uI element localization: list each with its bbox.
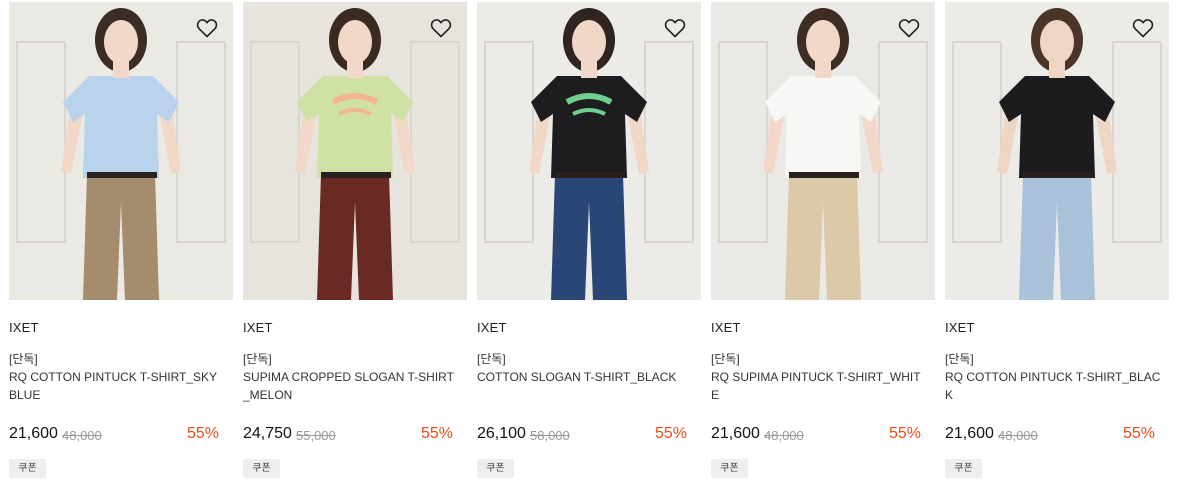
brand-name[interactable]: IXET [9, 320, 39, 335]
discount-rate: 55% [186, 425, 219, 442]
sale-price: 24,750 [243, 425, 292, 442]
model-belt [1023, 172, 1093, 178]
product-name[interactable]: COTTON SLOGAN T-SHIRT_BLACK [477, 368, 693, 386]
product-name[interactable]: RQ COTTON PINTUCK T-SHIRT_SKY BLUE [9, 368, 225, 404]
coupon-badge: 쿠폰 [477, 459, 514, 478]
product-image[interactable] [945, 2, 1169, 300]
heart-icon[interactable] [663, 16, 687, 40]
sale-price: 21,600 [9, 425, 58, 442]
product-grid: IXET [단독] RQ COTTON PINTUCK T-SHIRT_SKY … [9, 2, 1169, 490]
brand-name[interactable]: IXET [945, 320, 975, 335]
exclusive-tag: [단독] [243, 352, 272, 366]
model-belt [87, 172, 157, 178]
product-card[interactable]: IXET [단독] RQ SUPIMA PINTUCK T-SHIRT_WHIT… [711, 2, 935, 490]
original-price: 48,000 [62, 428, 102, 443]
exclusive-tag: [단독] [477, 352, 506, 366]
exclusive-tag: [단독] [9, 352, 38, 366]
product-card[interactable]: IXET [단독] COTTON SLOGAN T-SHIRT_BLACK 26… [477, 2, 701, 490]
model-belt [321, 172, 391, 178]
exclusive-tag: [단독] [711, 352, 740, 366]
product-image[interactable] [9, 2, 233, 300]
product-image[interactable] [711, 2, 935, 300]
heart-icon[interactable] [897, 16, 921, 40]
original-price: 58,000 [530, 428, 570, 443]
discount-rate: 55% [888, 425, 921, 442]
coupon-badge: 쿠폰 [243, 459, 280, 478]
heart-icon[interactable] [195, 16, 219, 40]
heart-icon[interactable] [1131, 16, 1155, 40]
product-image[interactable] [477, 2, 701, 300]
brand-name[interactable]: IXET [711, 320, 741, 335]
coupon-badge: 쿠폰 [9, 459, 46, 478]
product-name[interactable]: RQ SUPIMA PINTUCK T-SHIRT_WHITE [711, 368, 927, 404]
product-image[interactable] [243, 2, 467, 300]
original-price: 55,000 [296, 428, 336, 443]
sale-price: 21,600 [945, 425, 994, 442]
model-face [104, 20, 138, 64]
product-card[interactable]: IXET [단독] RQ COTTON PINTUCK T-SHIRT_SKY … [9, 2, 233, 490]
exclusive-tag: [단독] [945, 352, 974, 366]
sale-price: 26,100 [477, 425, 526, 442]
model-belt [789, 172, 859, 178]
original-price: 48,000 [764, 428, 804, 443]
coupon-badge: 쿠폰 [945, 459, 982, 478]
heart-icon[interactable] [429, 16, 453, 40]
model-face [1040, 20, 1074, 64]
model-face [338, 20, 372, 64]
coupon-badge: 쿠폰 [711, 459, 748, 478]
discount-rate: 55% [1122, 425, 1155, 442]
product-name[interactable]: SUPIMA CROPPED SLOGAN T-SHIRT_MELON [243, 368, 459, 404]
brand-name[interactable]: IXET [243, 320, 273, 335]
original-price: 48,000 [998, 428, 1038, 443]
discount-rate: 55% [654, 425, 687, 442]
sale-price: 21,600 [711, 425, 760, 442]
brand-name[interactable]: IXET [477, 320, 507, 335]
product-card[interactable]: IXET [단독] RQ COTTON PINTUCK T-SHIRT_BLAC… [945, 2, 1169, 490]
model-face [572, 20, 606, 64]
product-name[interactable]: RQ COTTON PINTUCK T-SHIRT_BLACK [945, 368, 1161, 404]
discount-rate: 55% [420, 425, 453, 442]
model-belt [555, 172, 625, 178]
product-card[interactable]: IXET [단독] SUPIMA CROPPED SLOGAN T-SHIRT_… [243, 2, 467, 490]
model-face [806, 20, 840, 64]
